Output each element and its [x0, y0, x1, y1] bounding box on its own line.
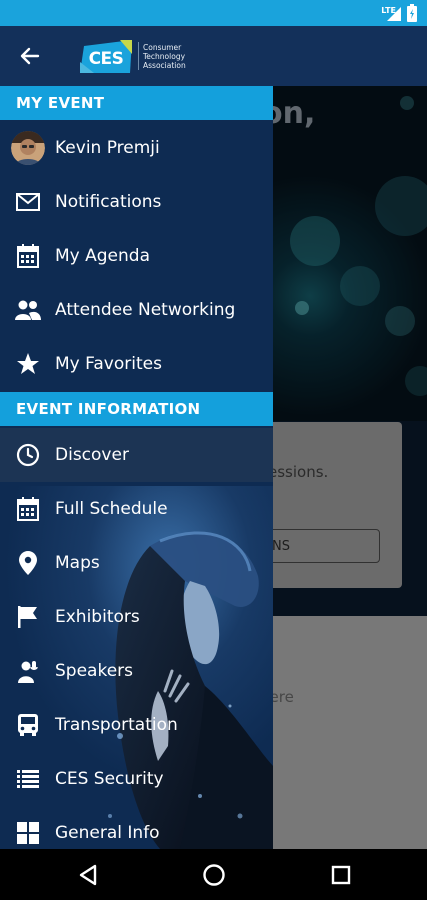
menu-item-my-agenda[interactable]: My Agenda — [0, 229, 273, 283]
menu-item-attendee-networking[interactable]: Attendee Networking — [0, 283, 273, 337]
battery-icon — [407, 4, 417, 22]
menu-item-label: Kevin Premji — [55, 138, 160, 158]
app-header: CES Consumer Technology Association — [0, 26, 427, 86]
menu-item-general-info[interactable]: General Info — [0, 806, 273, 849]
menu-item-label: My Favorites — [55, 354, 162, 374]
menu-item-discover[interactable]: Discover — [0, 428, 273, 482]
ces-logo: CES Consumer Technology Association — [80, 40, 200, 74]
envelope-icon — [16, 193, 40, 211]
speaker-icon — [18, 661, 38, 683]
calendar-icon — [17, 244, 39, 268]
home-circle-icon[interactable] — [200, 861, 228, 889]
list-icon — [17, 770, 39, 788]
clock-icon — [16, 443, 40, 467]
grid-icon — [17, 822, 39, 844]
menu-item-exhibitors[interactable]: Exhibitors — [0, 590, 273, 644]
arrow-left-icon — [20, 47, 40, 65]
menu-item-label: Speakers — [55, 661, 134, 681]
back-triangle-icon[interactable] — [75, 861, 103, 889]
menu-item-label: General Info — [55, 823, 160, 843]
people-icon — [15, 300, 41, 320]
menu-item-full-schedule[interactable]: Full Schedule — [0, 482, 273, 536]
navigation-drawer: MY EVENT Kevin Premji Notifications My A… — [0, 86, 273, 849]
menu-item-maps[interactable]: Maps — [0, 536, 273, 590]
menu-item-ces-security[interactable]: CES Security — [0, 752, 273, 806]
logo-separator — [138, 42, 139, 70]
menu-item-label: Maps — [55, 553, 100, 573]
bus-icon — [18, 714, 38, 736]
logo-text: CES — [88, 49, 124, 69]
back-button[interactable] — [14, 41, 46, 71]
flag-icon — [18, 606, 37, 628]
menu-item-notifications[interactable]: Notifications — [0, 175, 273, 229]
calendar-icon — [17, 497, 39, 521]
menu-item-label: Transportation — [55, 715, 178, 735]
system-nav-bar — [0, 849, 427, 900]
map-pin-icon — [19, 551, 37, 575]
menu-item-label: CES Security — [55, 769, 164, 789]
logo-org-text: Consumer Technology Association — [143, 43, 186, 70]
menu-item-label: Notifications — [55, 192, 162, 212]
menu-item-label: Exhibitors — [55, 607, 140, 627]
menu-item-label: Full Schedule — [55, 499, 168, 519]
menu-item-speakers[interactable]: Speakers — [0, 644, 273, 698]
menu-item-profile[interactable]: Kevin Premji — [0, 121, 273, 175]
status-bar: LTE — [0, 0, 427, 26]
star-icon — [17, 353, 39, 374]
menu-item-label: Attendee Networking — [55, 300, 236, 320]
recents-square-icon[interactable] — [327, 861, 355, 889]
menu-item-label: My Agenda — [55, 246, 150, 266]
signal-icon — [387, 7, 401, 21]
section-header-my-event: MY EVENT — [0, 86, 273, 120]
menu-item-label: Discover — [55, 445, 129, 465]
avatar — [11, 131, 45, 165]
menu-item-my-favorites[interactable]: My Favorites — [0, 337, 273, 391]
menu-item-transportation[interactable]: Transportation — [0, 698, 273, 752]
section-header-event-information: EVENT INFORMATION — [0, 392, 273, 426]
